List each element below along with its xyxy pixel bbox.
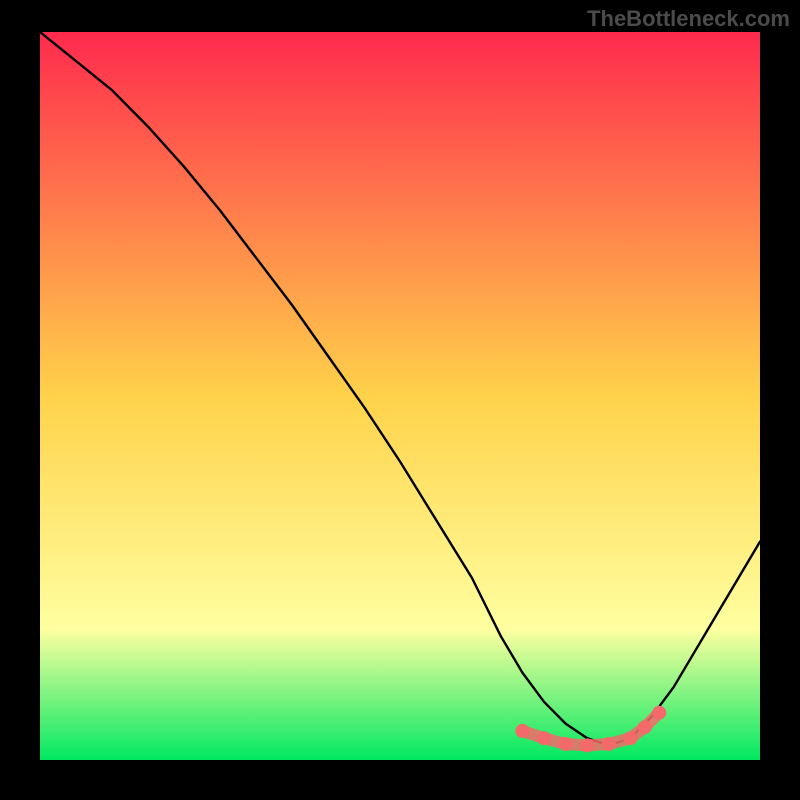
- chart-svg: [40, 32, 760, 760]
- plot-background: [40, 32, 760, 760]
- marker-dot: [559, 737, 573, 751]
- marker-dot: [515, 724, 529, 738]
- marker-dot: [652, 706, 666, 720]
- marker-dot: [623, 731, 637, 745]
- marker-dot: [537, 731, 551, 745]
- chart-container: TheBottleneck.com: [0, 0, 800, 800]
- marker-dot: [580, 738, 594, 752]
- watermark-text: TheBottleneck.com: [587, 6, 790, 32]
- marker-dot: [602, 737, 616, 751]
- plot-frame: [40, 32, 760, 760]
- marker-dot: [638, 720, 652, 734]
